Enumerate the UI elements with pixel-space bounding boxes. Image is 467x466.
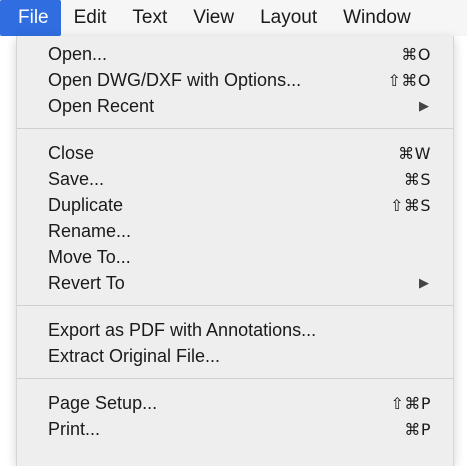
menu-item-label: Rename... <box>48 220 132 241</box>
menu-item-page-setup[interactable]: Page Setup... ⇧⌘P <box>17 390 453 416</box>
menu-item-label: Page Setup... <box>48 392 158 413</box>
menu-item-export-pdf[interactable]: Export as PDF with Annotations... <box>17 317 453 343</box>
menu-item-label: Open... <box>48 43 108 64</box>
menu-item-label: Open DWG/DXF with Options... <box>48 69 302 90</box>
menu-item-rename[interactable]: Rename... <box>17 218 453 244</box>
menu-item-label: Close <box>48 142 95 163</box>
menu-text[interactable]: Text <box>119 0 180 36</box>
menu-item-open[interactable]: Open... ⌘O <box>17 41 453 67</box>
menu-item-label: Extract Original File... <box>48 345 221 366</box>
submenu-arrow-icon: ▶ <box>419 98 429 114</box>
menu-item-label: Export as PDF with Annotations... <box>48 319 317 340</box>
menu-separator <box>17 378 453 379</box>
submenu-arrow-icon: ▶ <box>419 275 429 291</box>
menu-item-close[interactable]: Close ⌘W <box>17 140 453 166</box>
menu-item-label: Print... <box>48 418 101 439</box>
menu-item-label: Open Recent <box>48 95 155 116</box>
menu-item-revert-to[interactable]: Revert To ▶ <box>17 270 453 296</box>
menu-window[interactable]: Window <box>330 0 424 36</box>
menu-item-save[interactable]: Save... ⌘S <box>17 166 453 192</box>
menu-item-move-to[interactable]: Move To... <box>17 244 453 270</box>
menu-item-label: Save... <box>48 168 105 189</box>
menu-view[interactable]: View <box>180 0 247 36</box>
menu-file[interactable]: File <box>0 0 61 36</box>
keyboard-shortcut: ⌘O <box>401 44 431 64</box>
menu-item-label: Move To... <box>48 246 131 267</box>
keyboard-shortcut: ⌘W <box>398 143 431 163</box>
file-menu-dropdown: Open... ⌘O Open DWG/DXF with Options... … <box>16 36 454 466</box>
menu-layout[interactable]: Layout <box>247 0 330 36</box>
menu-item-extract-original[interactable]: Extract Original File... <box>17 343 453 369</box>
menu-item-label: Duplicate <box>48 194 124 215</box>
menu-item-duplicate[interactable]: Duplicate ⇧⌘S <box>17 192 453 218</box>
menu-item-label: Revert To <box>48 272 125 293</box>
menu-item-open-recent[interactable]: Open Recent ▶ <box>17 93 453 119</box>
menu-item-open-dwg-dxf[interactable]: Open DWG/DXF with Options... ⇧⌘O <box>17 67 453 93</box>
keyboard-shortcut: ⇧⌘S <box>389 195 431 215</box>
keyboard-shortcut: ⇧⌘P <box>390 393 431 413</box>
menu-bar: File Edit Text View Layout Window <box>0 0 467 36</box>
menu-separator <box>17 128 453 129</box>
menu-item-print[interactable]: Print... ⌘P <box>17 416 453 442</box>
keyboard-shortcut: ⌘S <box>403 169 431 189</box>
menu-separator <box>17 305 453 306</box>
keyboard-shortcut: ⇧⌘O <box>387 70 431 90</box>
keyboard-shortcut: ⌘P <box>404 419 431 439</box>
menu-edit[interactable]: Edit <box>61 0 120 36</box>
